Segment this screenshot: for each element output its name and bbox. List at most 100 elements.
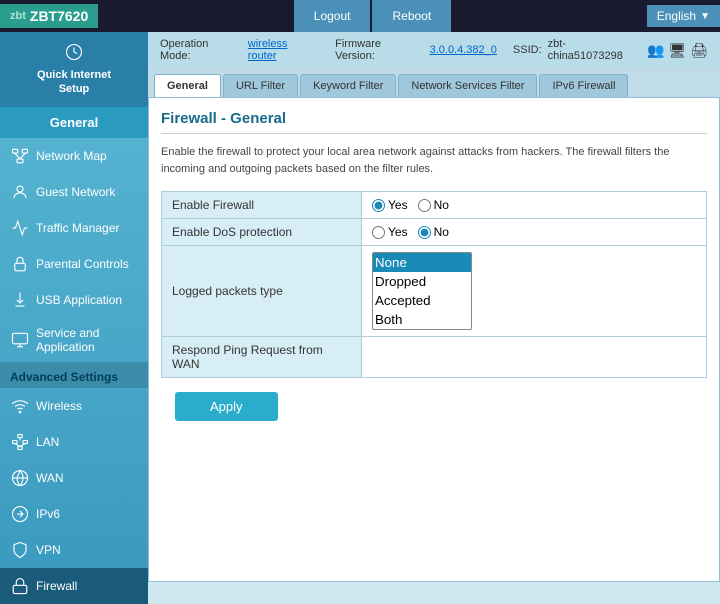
logo: zbt ZBT7620 [0,4,98,28]
logged-packets-label: Logged packets type [162,246,362,337]
enable-firewall-radio-group: Yes No [372,198,696,212]
enable-dos-no-option[interactable]: No [418,225,449,239]
logo-zbt-text: zbt [10,10,26,22]
ssid-value: zbt-china51073298 [548,38,641,62]
sidebar-item-label: General [50,115,98,130]
page-title: Firewall - General [161,110,707,134]
table-row: Enable DoS protection Yes No [162,219,707,246]
sidebar-item-label: VPN [36,543,61,557]
guest-network-icon [10,182,30,202]
tabs-bar: General URL Filter Keyword Filter Networ… [148,68,720,97]
enable-dos-yes-radio[interactable] [372,226,385,239]
computer-icon: 🖥 [668,42,686,59]
option-accepted[interactable]: Accepted [373,291,471,310]
table-row: Respond Ping Request from WAN [162,337,707,378]
option-both[interactable]: Both [373,310,471,329]
sidebar-item-network-map[interactable]: Network Map [0,138,148,174]
firmware-label: Firmware Version: [335,38,423,62]
sidebar-item-label: LAN [36,435,59,449]
sidebar-item-label: Service andApplication [36,326,99,354]
header-nav: Logout Reboot [98,0,646,32]
option-none[interactable]: None [373,253,471,272]
sidebar-item-usb-application[interactable]: USB Application [0,282,148,318]
enable-firewall-no-radio[interactable] [418,199,431,212]
firewall-icon [10,576,30,596]
sidebar-item-service-application[interactable]: Service andApplication [0,318,148,362]
content-panel: Firewall - General Enable the firewall t… [148,97,720,582]
operation-bar: Operation Mode: wireless router Firmware… [148,32,720,68]
tab-keyword-filter[interactable]: Keyword Filter [300,74,396,97]
sidebar-item-label: Wireless [36,399,82,413]
sidebar-item-ipv6[interactable]: IPv6 [0,496,148,532]
sidebar-item-label: WAN [36,471,64,485]
sidebar-item-guest-network[interactable]: Guest Network [0,174,148,210]
settings-table: Enable Firewall Yes No [161,191,707,378]
reboot-button[interactable]: Reboot [372,0,451,32]
sidebar-item-label: Parental Controls [36,257,129,271]
sidebar-item-label: Traffic Manager [36,221,119,235]
language-selector[interactable]: English ▼ [647,5,720,27]
users-icon: 👥 [647,42,664,59]
sidebar-item-wireless[interactable]: Wireless [0,388,148,424]
firmware-value[interactable]: 3.0.0.4.382_0 [430,44,497,56]
operation-mode-label: Operation Mode: [160,38,242,62]
main-layout: Quick InternetSetup General Network Map … [0,32,720,582]
lan-icon [10,432,30,452]
enable-firewall-no-option[interactable]: No [418,198,449,212]
table-row: Enable Firewall Yes No [162,192,707,219]
sidebar-item-label: IPv6 [36,507,60,521]
sidebar: Quick InternetSetup General Network Map … [0,32,148,582]
main-content: Operation Mode: wireless router Firmware… [148,32,720,582]
enable-dos-radio-group: Yes No [372,225,696,239]
tab-ipv6-firewall[interactable]: IPv6 Firewall [539,74,628,97]
quick-setup-icon [64,42,84,62]
enable-dos-label: Enable DoS protection [162,219,362,246]
sidebar-item-traffic-manager[interactable]: Traffic Manager [0,210,148,246]
sidebar-item-wan[interactable]: WAN [0,460,148,496]
enable-firewall-label: Enable Firewall [162,192,362,219]
ssid-label: SSID: [513,44,542,56]
parental-controls-icon [10,254,30,274]
enable-firewall-yes-radio[interactable] [372,199,385,212]
sidebar-item-vpn[interactable]: VPN [0,532,148,568]
sidebar-item-quick-internet-setup[interactable]: Quick InternetSetup [0,32,148,107]
tab-general[interactable]: General [154,74,221,97]
wan-icon [10,468,30,488]
sidebar-item-label: Firewall [36,579,77,593]
logo-model-text: ZBT7620 [30,8,88,24]
sidebar-item-parental-controls[interactable]: Parental Controls [0,246,148,282]
sidebar-item-label: Guest Network [36,185,115,199]
sidebar-item-label: USB Application [36,293,122,307]
respond-ping-label: Respond Ping Request from WAN [162,337,362,378]
apply-button[interactable]: Apply [175,392,278,421]
logged-packets-select[interactable]: None Dropped Accepted Both [372,252,472,330]
tab-url-filter[interactable]: URL Filter [223,74,298,97]
sidebar-item-general[interactable]: General [0,107,148,138]
enable-dos-no-radio[interactable] [418,226,431,239]
respond-ping-value [362,337,707,378]
enable-firewall-value: Yes No [362,192,707,219]
chevron-down-icon: ▼ [700,11,710,22]
enable-dos-value: Yes No [362,219,707,246]
sidebar-item-lan[interactable]: LAN [0,424,148,460]
content-description: Enable the firewall to protect your loca… [161,144,707,177]
sidebar-advanced-section-label: Advanced Settings [0,362,148,388]
ipv6-icon [10,504,30,524]
tab-network-services-filter[interactable]: Network Services Filter [398,74,537,97]
option-dropped[interactable]: Dropped [373,272,471,291]
vpn-icon [10,540,30,560]
language-text: English [657,9,696,23]
traffic-manager-icon [10,218,30,238]
enable-dos-yes-option[interactable]: Yes [372,225,408,239]
wireless-icon [10,396,30,416]
logged-packets-value: None Dropped Accepted Both [362,246,707,337]
operation-mode-value[interactable]: wireless router [248,38,319,62]
header: zbt ZBT7620 Logout Reboot English ▼ [0,0,720,32]
sidebar-item-label: Network Map [36,149,107,163]
enable-firewall-yes-option[interactable]: Yes [372,198,408,212]
usb-application-icon [10,290,30,310]
sidebar-item-firewall[interactable]: Firewall [0,568,148,604]
sidebar-item-label: Quick InternetSetup [37,68,111,97]
table-row: Logged packets type None Dropped Accepte… [162,246,707,337]
logout-button[interactable]: Logout [294,0,371,32]
